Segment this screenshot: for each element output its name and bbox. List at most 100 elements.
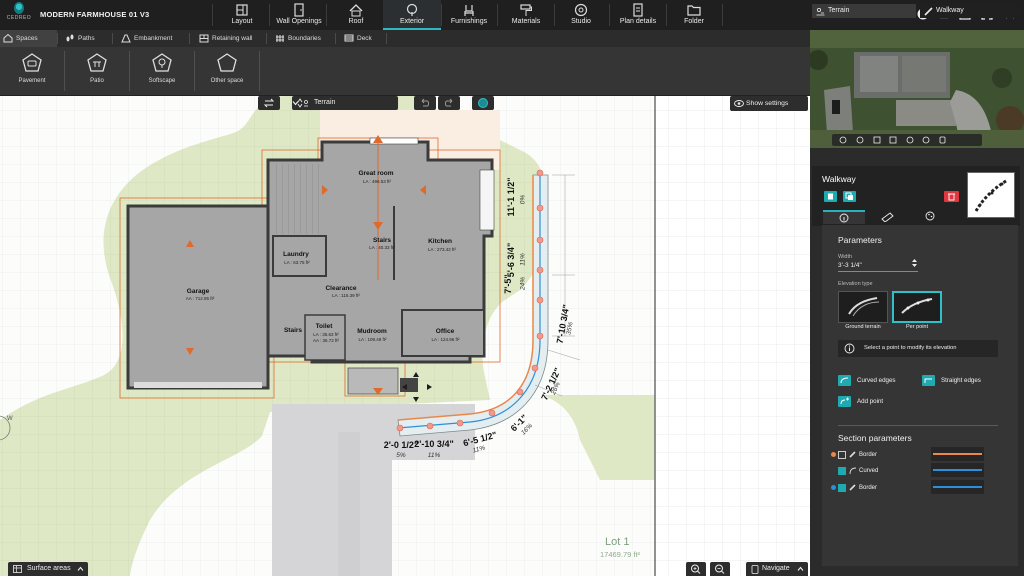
redo-button[interactable] [438, 96, 460, 110]
straight-edges-button[interactable] [922, 375, 935, 386]
tab-studio[interactable]: Studio [552, 0, 610, 30]
panel-title: Walkway [822, 174, 856, 184]
panel-tab-walkway[interactable]: Walkway [920, 4, 1020, 18]
zoom-out-button[interactable] [710, 562, 730, 576]
space-other[interactable]: Other space [195, 47, 259, 95]
curved-line-swatch[interactable] [931, 463, 984, 477]
duplicate-button[interactable] [824, 191, 837, 202]
info-icon [839, 213, 849, 223]
border-marker-dot [831, 485, 836, 490]
duplicate-icon [828, 193, 833, 200]
panel-subtab-info[interactable] [823, 210, 865, 224]
room-area: AA : 712.95 ft² [185, 296, 215, 301]
curve-small-icon [849, 467, 857, 475]
slope-label: 24% [519, 277, 527, 291]
render-button[interactable] [472, 96, 494, 110]
softscape-icon [152, 53, 172, 72]
surface-areas-button[interactable]: Surface areas [8, 562, 88, 576]
space-pavement[interactable]: Pavement [0, 47, 64, 95]
level-select[interactable]: Terrain [292, 96, 398, 110]
border-line-swatch[interactable] [931, 480, 984, 494]
plan-canvas[interactable]: W Great room LA : 496.53 ft² Stairs LA :… [0, 96, 810, 576]
width-stepper-icon[interactable] [911, 258, 918, 268]
curved-checkbox[interactable] [838, 467, 846, 475]
driveway [272, 404, 392, 576]
room-area: LA : 63.75 ft² [284, 260, 310, 265]
panel-tab-terrain-label: Terrain [828, 7, 850, 14]
room-label: Clearance [325, 285, 357, 292]
chevron-up-icon [797, 566, 804, 571]
tab-wall-openings[interactable]: Wall Openings [270, 0, 328, 30]
project-title[interactable]: MODERN FARMHOUSE 01 V3 [40, 10, 149, 19]
space-pavement-label: Pavement [18, 78, 46, 84]
tab-folder[interactable]: Folder [665, 0, 723, 30]
elevation-per-point[interactable] [892, 291, 942, 323]
swatch-line [933, 486, 982, 488]
curve-icon [840, 377, 849, 384]
room-label: Stairs [372, 237, 392, 244]
panel-subtab-materials[interactable] [909, 210, 951, 224]
folder-icon [687, 5, 701, 16]
panel-tab-walkway-label: Walkway [936, 7, 964, 14]
room-label: Kitchen [428, 238, 452, 245]
add-point-button[interactable] [838, 396, 851, 407]
selection-handle[interactable] [400, 378, 418, 392]
chevron-down-icon [292, 101, 299, 106]
subtab-retaining-wall-label: Retaining wall [212, 35, 253, 42]
subtab-spaces[interactable]: Spaces [0, 30, 57, 47]
link-icon [849, 451, 856, 458]
elevation-ground-terrain[interactable] [838, 291, 888, 323]
panel-tab-terrain[interactable]: Terrain [812, 4, 916, 18]
swatch-line [933, 453, 982, 455]
swap-view-button[interactable] [258, 96, 280, 110]
tab-roof[interactable]: Roof [327, 0, 385, 30]
subtab-retaining-wall[interactable]: Retaining wall [196, 30, 264, 47]
border-checkbox[interactable] [838, 484, 846, 492]
subtab-deck[interactable]: Deck [341, 30, 381, 47]
paint-roller-icon [520, 4, 532, 16]
parameters-title: Parameters [838, 235, 882, 245]
fence-icon [276, 35, 284, 42]
render-icon [478, 98, 488, 108]
space-softscape-label: Softscape [148, 78, 176, 84]
undo-button[interactable] [414, 96, 436, 110]
border-line-swatch[interactable] [931, 447, 984, 461]
room-area: LA : 273.42 ft² [427, 247, 457, 252]
room-area: LA : 115.39 ft² [332, 293, 360, 298]
preview-tool-icons[interactable] [838, 135, 978, 145]
add-point-icon [840, 397, 849, 405]
space-patio[interactable]: Patio [65, 47, 129, 95]
space-softscape[interactable]: Softscape [130, 47, 194, 95]
cedreo-logo[interactable]: CEDREO [4, 2, 34, 28]
undo-icon [421, 98, 429, 107]
subtab-paths[interactable]: Paths [62, 30, 110, 47]
tab-plan-details[interactable]: Plan details [609, 0, 667, 30]
tab-materials[interactable]: Materials [497, 0, 555, 30]
section-row-label: Border [859, 452, 878, 458]
zoom-in-button[interactable] [686, 562, 706, 576]
delete-button[interactable] [944, 191, 959, 202]
walkway-icon [924, 7, 933, 16]
space-patio-label: Patio [90, 78, 104, 84]
curved-edges-button[interactable] [838, 375, 851, 386]
show-settings-label: Show settings [746, 100, 789, 107]
copy-button[interactable] [843, 191, 856, 202]
lot-area-value: 17469.79 ft² [600, 550, 641, 559]
tab-exterior[interactable]: Exterior [383, 0, 441, 30]
tab-layout[interactable]: Layout [213, 0, 271, 30]
subtab-boundaries[interactable]: Boundaries [272, 30, 332, 47]
navigate-button[interactable]: Navigate [746, 562, 808, 576]
floor-plan-drawing[interactable]: W [0, 96, 810, 576]
subtab-embankment[interactable]: Embankment [118, 30, 184, 47]
section-divider [838, 425, 998, 426]
surface-areas-label: Surface areas [27, 565, 71, 572]
tab-furnishings[interactable]: Furnishings [440, 0, 498, 30]
elevation-info-text: Select a point to modify its elevation [864, 345, 957, 351]
3d-preview[interactable] [810, 30, 1024, 148]
tab-furnishings-label: Furnishings [450, 18, 488, 25]
show-settings-button[interactable]: Show settings [730, 96, 808, 111]
subtab-deck-label: Deck [357, 35, 372, 42]
width-input[interactable]: 3'-3 1/4" [838, 262, 862, 269]
border-checkbox[interactable] [838, 451, 846, 459]
panel-subtab-dimensions[interactable] [866, 210, 908, 224]
